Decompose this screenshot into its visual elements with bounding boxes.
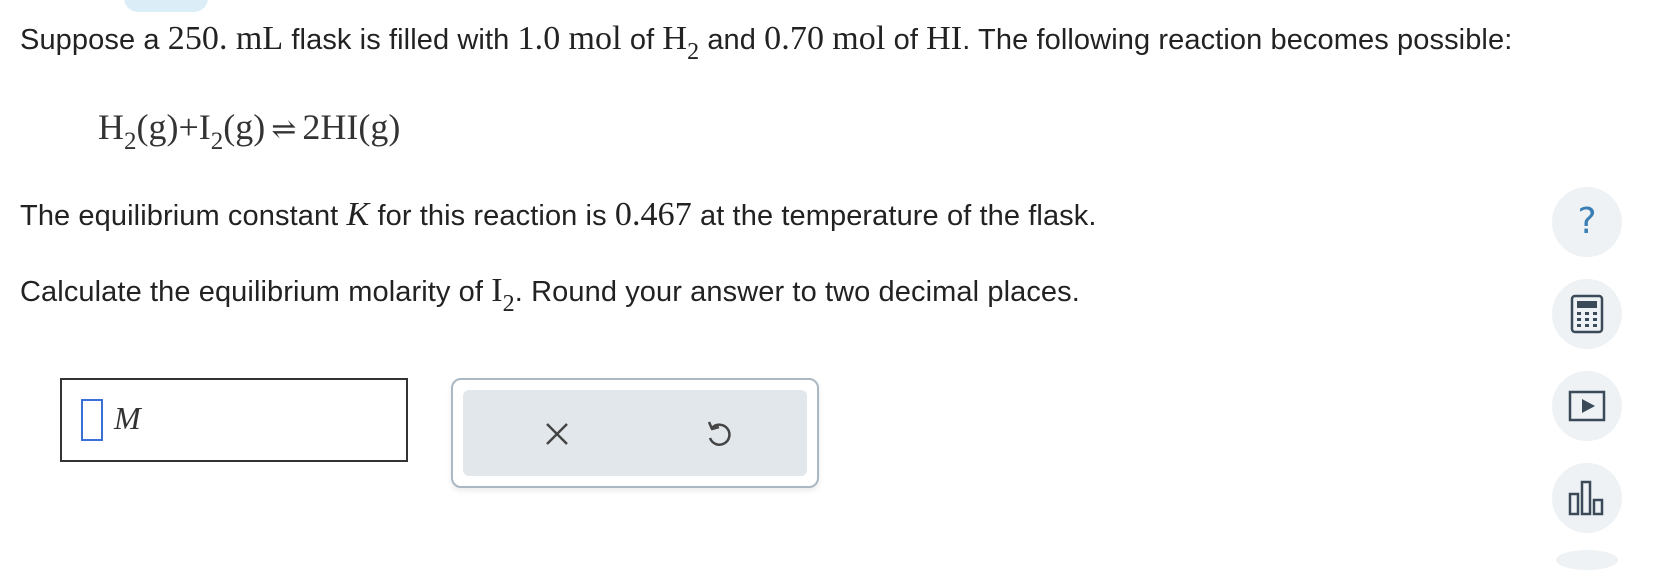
top-tab[interactable]	[124, 0, 208, 12]
i2-subscript: 2	[502, 291, 515, 317]
text	[228, 24, 236, 56]
reaction-equation: H2(g)+I2(g) ⇌ 2HI(g)	[98, 106, 401, 155]
product-symbol: 2HI	[302, 107, 359, 147]
h-symbol: H	[98, 107, 124, 147]
undo-button[interactable]	[701, 416, 737, 452]
equilibrium-constant-text: The equilibrium constant K for this reac…	[20, 196, 1097, 234]
answer-tools	[451, 378, 819, 488]
i-subscript: 2	[210, 128, 224, 155]
h2-subscript: 2	[687, 39, 700, 65]
answer-box: M	[60, 378, 408, 462]
text: of	[621, 24, 663, 56]
text: and	[699, 24, 765, 56]
i2-symbol: I	[491, 272, 503, 309]
mol-unit: mol	[568, 20, 622, 57]
video-button[interactable]	[1552, 371, 1622, 441]
text: The equilibrium constant	[20, 200, 347, 232]
undo-icon	[707, 421, 731, 446]
i-symbol: I	[198, 107, 211, 147]
more-button-edge[interactable]	[1556, 550, 1618, 570]
h2-symbol: H	[662, 20, 688, 57]
h-subscript: 2	[124, 128, 137, 155]
tools-panel	[463, 390, 807, 476]
text: . The following reaction becomes possibl…	[962, 24, 1513, 56]
calculator-icon	[1570, 294, 1604, 334]
x-icon	[546, 423, 568, 445]
calculator-button[interactable]	[1552, 279, 1622, 349]
text: Suppose a	[20, 24, 168, 56]
k-symbol: K	[346, 196, 370, 233]
hi-amount: 0.70	[764, 20, 825, 57]
text: . Round your answer to two decimal place…	[514, 276, 1080, 308]
text	[560, 24, 568, 56]
help-button[interactable]: ?	[1552, 187, 1622, 257]
plus-sign: +	[178, 107, 199, 147]
text: Calculate the equilibrium molarity of	[20, 276, 492, 308]
chart-button[interactable]	[1552, 463, 1622, 533]
text: for this reaction is	[369, 200, 615, 232]
chart-icon	[1568, 480, 1604, 516]
volume-unit: mL	[235, 20, 284, 57]
volume-value: 250.	[167, 20, 228, 57]
molarity-unit: M	[114, 400, 141, 436]
k-value: 0.467	[614, 196, 692, 233]
hi-symbol: HI	[926, 20, 963, 57]
answer-input[interactable]	[81, 399, 103, 441]
text: flask is filled with	[283, 24, 518, 56]
phase-label: (g)	[223, 107, 266, 147]
help-icon: ?	[1577, 201, 1597, 242]
text: of	[885, 24, 927, 56]
phase-label: (g)	[358, 107, 401, 147]
text: at the temperature of the flask.	[691, 200, 1097, 232]
mol-unit: mol	[832, 20, 886, 57]
equilibrium-arrow-icon: ⇌	[271, 113, 297, 146]
video-icon	[1568, 390, 1606, 422]
h2-amount: 1.0	[517, 20, 561, 57]
question-text: Calculate the equilibrium molarity of I2…	[20, 272, 1080, 317]
phase-label: (g)	[136, 107, 179, 147]
problem-statement: Suppose a 250. mL flask is filled with 1…	[20, 20, 1513, 65]
clear-button[interactable]	[539, 416, 575, 452]
